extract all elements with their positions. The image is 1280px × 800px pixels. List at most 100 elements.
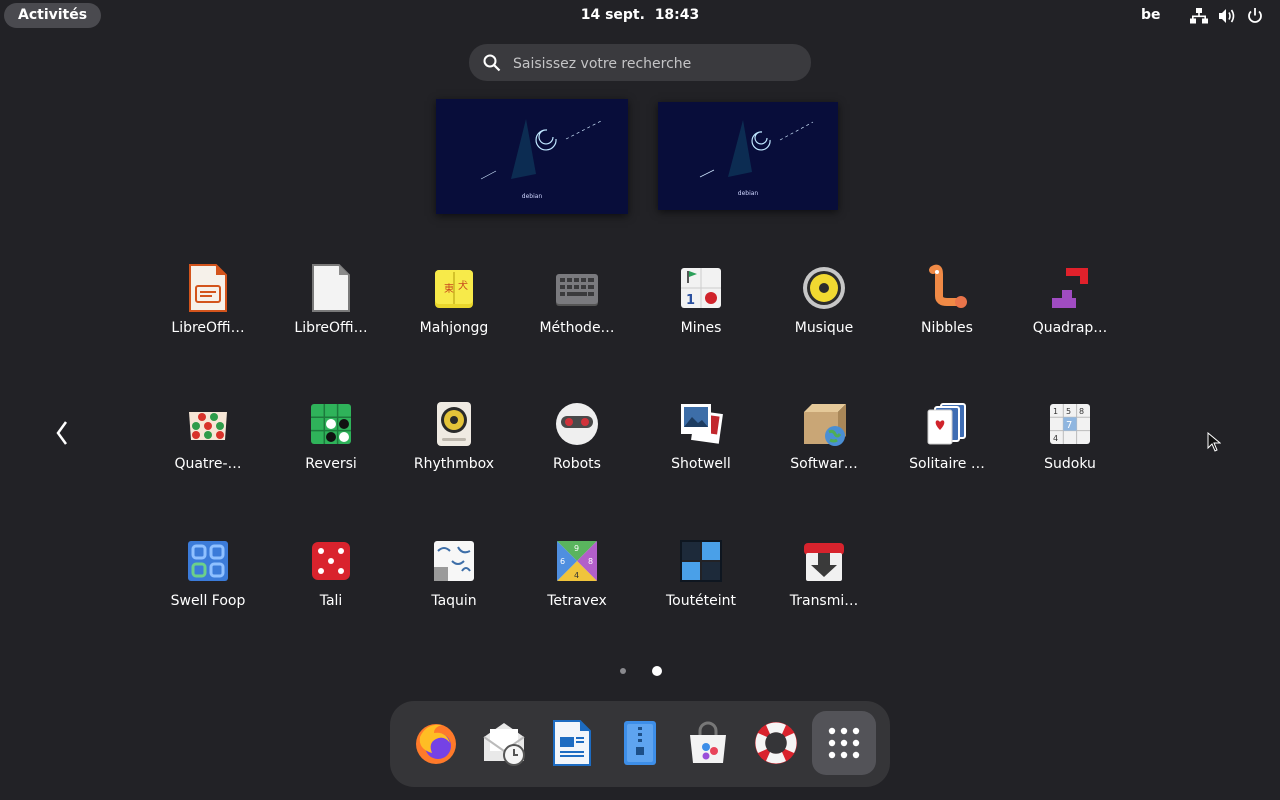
svg-text:4: 4 [1053, 434, 1058, 443]
app-label: Tali [319, 593, 343, 609]
power-icon[interactable] [1246, 8, 1264, 24]
app-label: Mahjongg [419, 320, 489, 336]
network-wired-icon[interactable] [1190, 8, 1208, 24]
music-speaker-icon [802, 264, 846, 312]
app-software-properties[interactable]: Softwar… [765, 400, 883, 500]
software-bag-icon [690, 721, 726, 763]
swell-foop-icon [186, 537, 230, 585]
shotwell-icon [679, 400, 723, 448]
app-tali[interactable]: Tali [272, 537, 390, 637]
search-input[interactable] [511, 44, 805, 83]
keyboard-icon [555, 264, 599, 312]
app-tetravex[interactable]: 9846 Tetravex [518, 537, 636, 637]
svg-text:1: 1 [686, 293, 695, 308]
clock-date: 14 sept. [580, 7, 645, 23]
workspace-wallpaper-logo: debian [521, 193, 543, 200]
search-icon [483, 54, 501, 72]
mahjongg-icon: 東犬 [432, 264, 476, 312]
clock-time: 18:43 [654, 7, 700, 23]
app-swell-foop[interactable]: Swell Foop [149, 537, 267, 637]
app-label: Shotwell [671, 456, 731, 472]
svg-text:6: 6 [560, 557, 565, 566]
app-lights-off[interactable]: Toutéteint [642, 537, 760, 637]
workspace-thumbnail-2[interactable]: debian [658, 102, 838, 210]
app-label: Méthode… [539, 320, 615, 336]
svg-text:犬: 犬 [458, 279, 468, 292]
app-transmission[interactable]: Transmi… [765, 537, 883, 637]
app-robots[interactable]: Robots [518, 400, 636, 500]
app-quadrapassel[interactable]: Quadrap… [1011, 264, 1129, 364]
page-indicator-1[interactable] [620, 668, 626, 674]
app-label: Transmi… [789, 593, 859, 609]
app-shotwell[interactable]: Shotwell [642, 400, 760, 500]
svg-text:4: 4 [574, 571, 579, 580]
four-in-a-row-icon [186, 400, 230, 448]
dock-software[interactable] [676, 711, 740, 775]
svg-text:東: 東 [444, 282, 454, 295]
keyboard-layout-indicator[interactable]: be [1141, 7, 1161, 23]
search-box[interactable] [469, 44, 811, 83]
firefox-icon [416, 724, 456, 764]
svg-text:9: 9 [574, 544, 579, 553]
page-indicator-2-active[interactable] [652, 666, 662, 676]
writer-document-icon [553, 720, 591, 766]
workspace-thumbnail-1[interactable]: debian [436, 99, 628, 214]
app-mahjongg[interactable]: 東犬 Mahjongg [395, 264, 513, 364]
taquin-icon [432, 537, 476, 585]
app-label: Robots [553, 456, 601, 472]
transmission-icon [802, 537, 846, 585]
svg-text:8: 8 [588, 557, 593, 566]
app-musique[interactable]: Musique [765, 264, 883, 364]
mines-icon: 1 [679, 264, 723, 312]
dock-help[interactable] [744, 711, 808, 775]
robots-icon [555, 400, 599, 448]
app-reversi[interactable]: Reversi [272, 400, 390, 500]
dock [390, 701, 890, 787]
app-label: Reversi [305, 456, 357, 472]
solitaire-cards-icon [925, 400, 969, 448]
top-bar: Activités 14 sept. 18:43 be [0, 0, 1280, 32]
app-grid-icon [828, 727, 860, 759]
quadrapassel-icon [1048, 264, 1092, 312]
libreoffice-impress-icon [186, 264, 230, 312]
app-label: Nibbles [921, 320, 973, 336]
dock-libreoffice-writer[interactable] [540, 711, 604, 775]
app-libreoffice-impress[interactable]: LibreOffi… [149, 264, 267, 364]
app-input-method[interactable]: Méthode… [518, 264, 636, 364]
svg-text:5: 5 [1066, 407, 1071, 416]
app-solitaire[interactable]: Solitaire … [888, 400, 1006, 500]
software-properties-icon [802, 400, 846, 448]
archive-zipper-icon [624, 721, 656, 765]
svg-text:7: 7 [1066, 420, 1072, 431]
reversi-icon [309, 400, 353, 448]
dock-show-apps[interactable] [812, 711, 876, 775]
app-sudoku[interactable]: 15874 Sudoku [1011, 400, 1129, 500]
app-label: Musique [794, 320, 854, 336]
lifebuoy-icon [755, 722, 797, 764]
dock-file-roller[interactable] [608, 711, 672, 775]
rhythmbox-icon [432, 400, 476, 448]
app-taquin[interactable]: Taquin [395, 537, 513, 637]
dock-evolution[interactable] [472, 711, 536, 775]
previous-page-arrow-icon[interactable] [55, 420, 69, 453]
sudoku-icon: 15874 [1048, 400, 1092, 448]
tetravex-icon: 9846 [555, 537, 599, 585]
workspace-wallpaper-logo: debian [737, 190, 759, 197]
libreoffice-startcenter-icon [309, 264, 353, 312]
app-libreoffice-start-center[interactable]: LibreOffi… [272, 264, 390, 364]
volume-icon[interactable] [1218, 8, 1236, 24]
app-label: Rhythmbox [413, 456, 495, 472]
app-label: Softwar… [790, 456, 858, 472]
app-label: Mines [680, 320, 722, 336]
app-mines[interactable]: 1 Mines [642, 264, 760, 364]
dock-firefox[interactable] [404, 711, 468, 775]
app-nibbles[interactable]: Nibbles [888, 264, 1006, 364]
app-four-in-a-row[interactable]: Quatre-… [149, 400, 267, 500]
app-label: Taquin [431, 593, 477, 609]
app-label: Sudoku [1044, 456, 1096, 472]
app-label: Solitaire … [909, 456, 985, 472]
clock[interactable]: 14 sept. 18:43 [0, 7, 1280, 23]
mail-clock-icon [483, 723, 525, 766]
app-label: Swell Foop [170, 593, 246, 609]
app-rhythmbox[interactable]: Rhythmbox [395, 400, 513, 500]
